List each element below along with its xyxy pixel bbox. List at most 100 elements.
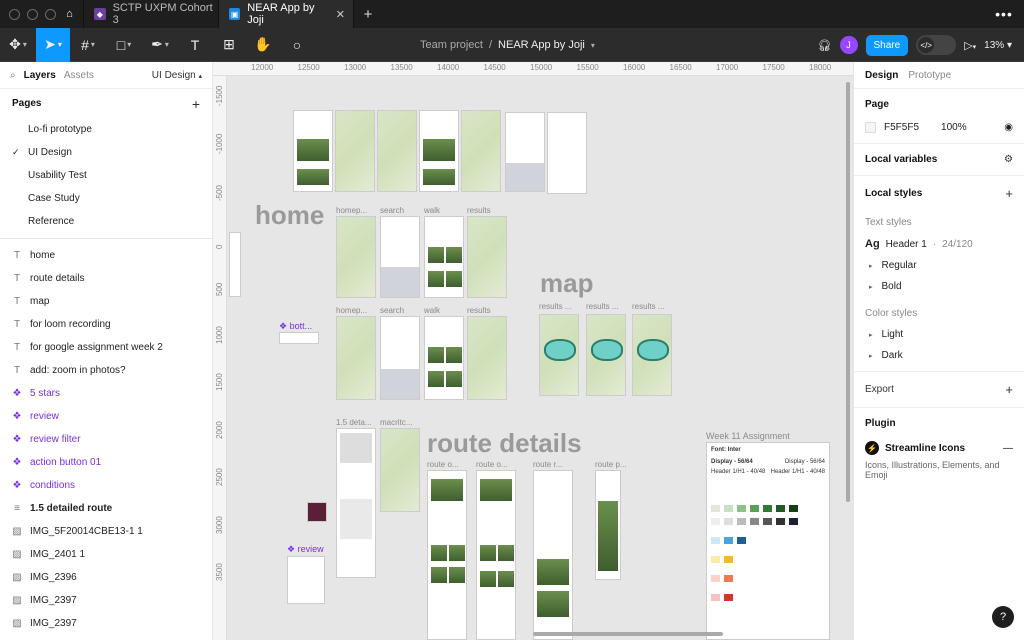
comment-tool-icon[interactable]: ○ xyxy=(280,28,314,62)
main-menu-icon[interactable]: ✥ ▾ xyxy=(0,28,36,62)
page-color-swatch[interactable] xyxy=(865,122,876,133)
layer-item[interactable]: Tmap xyxy=(0,290,212,313)
screen-frame[interactable] xyxy=(586,314,626,396)
frame-tool-icon[interactable]: # ▾ xyxy=(70,28,106,62)
week-assignment-frame[interactable]: Font: Inter Display - 56/64 Display - 56… xyxy=(706,442,830,640)
tab-layers[interactable]: Layers xyxy=(24,70,56,81)
page-selector[interactable]: UI Design ▴ xyxy=(152,70,202,81)
layer-item[interactable]: ❖ 5 stars xyxy=(0,382,212,405)
tab-design[interactable]: Design xyxy=(865,70,898,81)
horizontal-scrollbar[interactable] xyxy=(533,632,723,636)
screen-frame[interactable] xyxy=(424,316,464,400)
add-page-icon[interactable]: + xyxy=(192,96,200,112)
screen-frame[interactable] xyxy=(380,216,420,298)
screen-frame[interactable] xyxy=(427,470,467,640)
screen-frame[interactable] xyxy=(539,314,579,396)
screen-frame[interactable] xyxy=(533,470,573,640)
file-name[interactable]: NEAR App by Joji xyxy=(498,39,585,51)
screen-frame[interactable] xyxy=(293,110,333,192)
screen-frame[interactable] xyxy=(505,112,545,192)
style-group-regular[interactable]: ▸ Regular xyxy=(865,260,1013,271)
add-style-icon[interactable]: + xyxy=(1005,186,1013,201)
layer-item[interactable]: ▨IMG_2398 xyxy=(0,635,212,640)
screen-frame[interactable] xyxy=(632,314,672,396)
search-icon[interactable]: ⌕ xyxy=(10,70,16,81)
text-style-item[interactable]: Ag Header 1 · 24/120 xyxy=(865,238,1013,250)
text-tool-icon[interactable]: T xyxy=(178,28,212,62)
share-button[interactable]: Share xyxy=(865,34,909,56)
layer-item[interactable]: ▨ IMG_5F20014CBE13-1 1 xyxy=(0,520,212,543)
shape-tool-icon[interactable]: □ ▾ xyxy=(106,28,142,62)
page-item[interactable]: Case Study xyxy=(0,187,212,210)
layer-item[interactable]: ❖ review xyxy=(0,405,212,428)
headphones-icon[interactable]: 🎧︎ xyxy=(818,39,832,52)
layer-item[interactable]: Thome xyxy=(0,244,212,267)
layer-item[interactable]: Tfor loom recording xyxy=(0,313,212,336)
avatar[interactable]: J xyxy=(839,36,858,54)
screen-frame[interactable] xyxy=(335,110,375,192)
resources-icon[interactable]: ⊞ xyxy=(212,28,246,62)
maximize-window-button[interactable] xyxy=(45,8,56,20)
add-export-icon[interactable]: + xyxy=(1005,382,1013,397)
help-icon[interactable]: ? xyxy=(992,606,1014,628)
plugin-item[interactable]: ⚡ Streamline Icons — xyxy=(865,441,1013,455)
page-item[interactable]: Lo-fi prototype xyxy=(0,118,212,141)
image-thumbnail[interactable] xyxy=(307,502,327,522)
tab-prototype[interactable]: Prototype xyxy=(908,70,951,81)
layer-item[interactable]: ▨ IMG_2397 xyxy=(0,612,212,635)
move-tool-icon[interactable]: ➤ ▾ xyxy=(36,27,70,62)
layer-item[interactable]: ≡ 1.5 detailed route xyxy=(0,497,212,520)
page-item[interactable]: Reference xyxy=(0,210,212,233)
style-group-light[interactable]: ▸ Light xyxy=(865,329,1013,340)
layer-item[interactable]: Troute details xyxy=(0,267,212,290)
screen-frame[interactable] xyxy=(595,470,621,580)
layer-item[interactable]: ❖ conditions xyxy=(0,474,212,497)
eye-icon[interactable]: ◉ xyxy=(1004,122,1013,133)
pen-tool-icon[interactable]: ✒ ▾ xyxy=(142,28,178,62)
screen-frame[interactable] xyxy=(424,216,464,298)
present-icon[interactable]: ▷▾ xyxy=(964,39,976,52)
zoom-level[interactable]: 13% ▾ xyxy=(984,40,1012,51)
vertical-scrollbar[interactable] xyxy=(846,82,850,502)
layer-item[interactable]: ▨ IMG_2396 xyxy=(0,566,212,589)
screen-frame[interactable] xyxy=(467,316,507,400)
more-icon[interactable]: ••• xyxy=(984,6,1024,22)
chevron-down-icon[interactable]: ▾ xyxy=(591,41,595,50)
layer-item[interactable]: ❖ review filter xyxy=(0,428,212,451)
screen-frame[interactable] xyxy=(419,110,459,192)
local-variables-title[interactable]: Local variables xyxy=(865,154,937,165)
screen-frame[interactable] xyxy=(461,110,501,192)
sliders-icon[interactable]: ⚙ xyxy=(1004,154,1013,165)
home-icon[interactable]: ⌂ xyxy=(56,0,84,28)
style-group-dark[interactable]: ▸ Dark xyxy=(865,350,1013,361)
screen-frame[interactable] xyxy=(380,316,420,400)
layer-item[interactable]: ▨ IMG_2397 xyxy=(0,589,212,612)
page-item-selected[interactable]: ✓ UI Design xyxy=(0,141,212,164)
tab-assets[interactable]: Assets xyxy=(64,70,94,81)
layer-item[interactable]: Tadd: zoom in photos? xyxy=(0,359,212,382)
review-component[interactable] xyxy=(287,556,325,604)
style-group-bold[interactable]: ▸ Bold xyxy=(865,281,1013,292)
layer-item[interactable]: Tfor google assignment week 2 xyxy=(0,336,212,359)
bottom-nav-component[interactable] xyxy=(279,332,319,344)
page-item[interactable]: Usability Test xyxy=(0,164,212,187)
dev-mode-toggle[interactable]: </> xyxy=(916,35,957,55)
screen-frame[interactable] xyxy=(467,216,507,298)
tab-sctp-uxpm[interactable]: ◆ SCTP UXPM Cohort 3 xyxy=(84,0,219,28)
screen-frame[interactable] xyxy=(336,428,376,578)
breadcrumb-team[interactable]: Team project xyxy=(420,39,483,51)
canvas[interactable]: 12000 12500 13000 13500 14000 14500 15000 15500… xyxy=(213,62,853,640)
page-opacity-value[interactable]: 100% xyxy=(941,122,967,133)
screen-frame[interactable] xyxy=(377,110,417,192)
layer-item[interactable]: ▨ IMG_2401 1 xyxy=(0,543,212,566)
close-tab-icon[interactable]: ✕ xyxy=(336,8,345,21)
screen-frame[interactable] xyxy=(476,470,516,640)
screen-frame[interactable] xyxy=(336,316,376,400)
minimize-window-button[interactable] xyxy=(27,8,38,20)
screen-frame[interactable] xyxy=(547,112,587,194)
tab-near-app[interactable]: ▣ NEAR App by Joji ✕ xyxy=(219,0,354,28)
hand-tool-icon[interactable]: ✋ xyxy=(246,28,280,62)
page-color-value[interactable]: F5F5F5 xyxy=(884,122,919,133)
layer-item[interactable]: ❖ action button 01 xyxy=(0,451,212,474)
screen-frame[interactable] xyxy=(336,216,376,298)
